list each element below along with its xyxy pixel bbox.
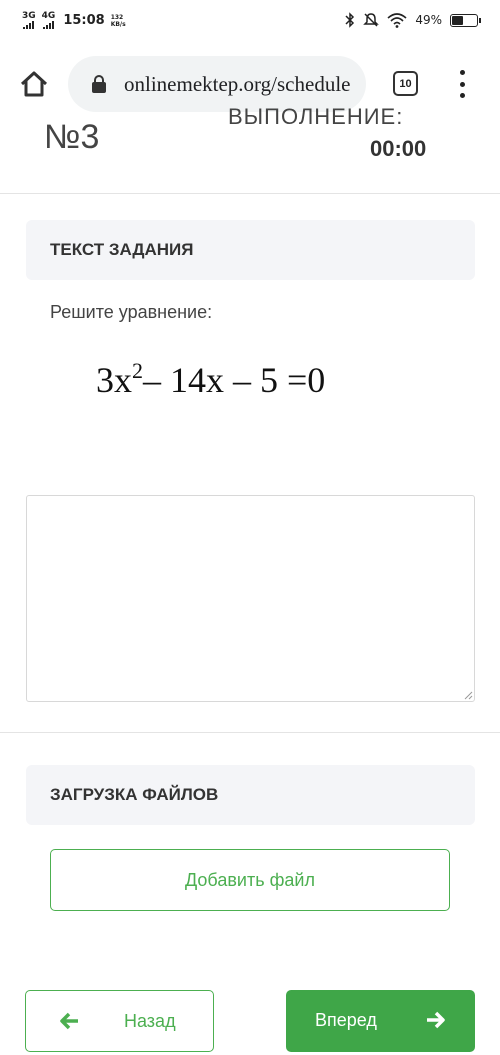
- clock: 15:08: [63, 13, 105, 28]
- next-label: Вперед: [315, 1010, 377, 1030]
- battery-percent: 49%: [415, 13, 442, 27]
- more-menu-icon[interactable]: [452, 70, 472, 98]
- resize-grip-icon[interactable]: [464, 691, 473, 700]
- speed-value: 132: [110, 13, 124, 21]
- signal-icon-1: 3G: [22, 12, 36, 29]
- tab-count: 10: [399, 77, 412, 90]
- task-section-title: ТЕКСТ ЗАДАНИЯ: [50, 240, 194, 259]
- task-number: №3: [44, 118, 100, 156]
- lock-icon: [92, 75, 106, 93]
- network-speed: 132 KB/s: [111, 14, 126, 28]
- back-button[interactable]: Назад: [25, 990, 214, 1052]
- divider: [0, 732, 500, 733]
- speed-unit: KB/s: [110, 20, 126, 28]
- add-file-button[interactable]: Добавить файл: [50, 849, 450, 911]
- status-right: 49%: [345, 12, 481, 28]
- equation-coef: 3x: [96, 360, 132, 400]
- mute-icon: [363, 13, 380, 27]
- bluetooth-icon: [345, 12, 355, 28]
- back-label: Назад: [124, 1011, 176, 1031]
- equation-power: 2: [132, 358, 143, 383]
- equation: 3x2– 14x – 5 =0: [96, 358, 325, 401]
- divider: [0, 193, 500, 194]
- arrow-left-icon: [60, 1012, 78, 1030]
- signal-icon-2: 4G: [41, 11, 56, 29]
- status-bar: 3G 4G 15:08 132 KB/s 49%: [0, 0, 500, 44]
- home-icon[interactable]: [18, 68, 50, 100]
- arrow-right-icon: [427, 1011, 445, 1029]
- task-section-header: ТЕКСТ ЗАДАНИЯ: [26, 220, 475, 280]
- files-section-header: ЗАГРУЗКА ФАЙЛОВ: [26, 765, 475, 825]
- status-left: 3G 4G 15:08 132 KB/s: [22, 12, 126, 29]
- equation-rest: – 14x – 5 =0: [143, 360, 326, 400]
- url-text: onlinemektep.org/schedule: [124, 71, 351, 96]
- battery-icon: [450, 13, 481, 27]
- address-bar[interactable]: onlinemektep.org/schedule: [68, 56, 366, 112]
- timer-label: ВЫПОЛНЕНИЕ:: [228, 106, 404, 124]
- timer-value: 00:00: [370, 136, 427, 161]
- tabs-icon[interactable]: 10: [393, 71, 418, 96]
- wifi-icon: [387, 12, 407, 28]
- network-type-1: 3G: [22, 11, 36, 21]
- network-type-2: 4G: [41, 11, 56, 21]
- files-section-title: ЗАГРУЗКА ФАЙЛОВ: [50, 785, 219, 804]
- next-button[interactable]: Вперед: [286, 990, 475, 1052]
- task-prompt: Решите уравнение:: [50, 302, 213, 322]
- answer-textarea[interactable]: [26, 495, 475, 702]
